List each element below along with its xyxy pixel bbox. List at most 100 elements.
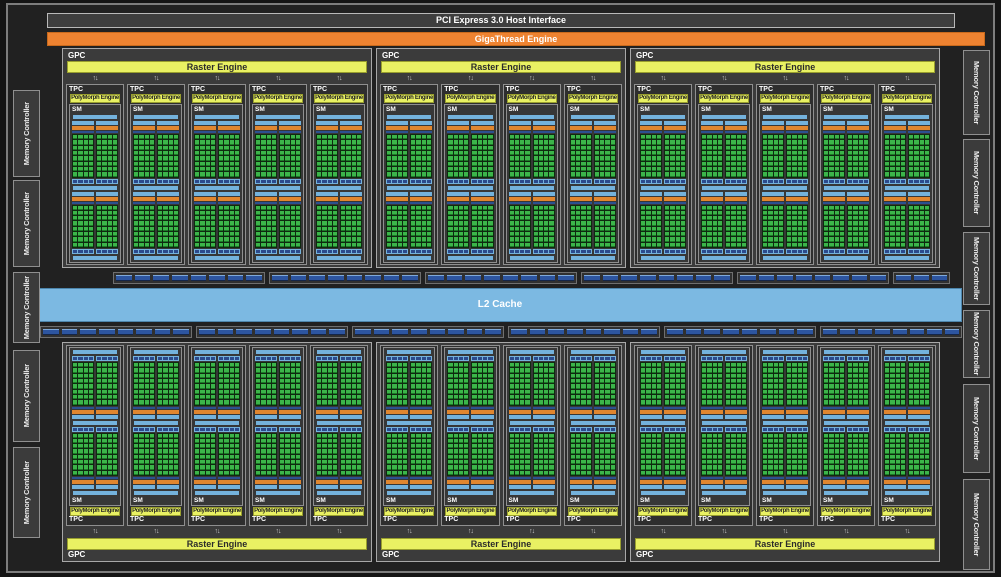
load-store-unit <box>641 250 645 253</box>
cuda-core <box>134 455 138 459</box>
warp-scheduler-bar <box>471 410 493 414</box>
cuda-core <box>803 162 807 166</box>
cuda-core <box>230 162 234 166</box>
cuda-core <box>145 460 149 464</box>
cuda-core <box>341 232 345 236</box>
cuda-core <box>840 455 844 459</box>
cuda-core <box>102 216 106 220</box>
cuda-core <box>920 146 924 150</box>
cuda-core <box>798 400 802 404</box>
cuda-core <box>235 363 239 367</box>
cuda-core <box>763 232 767 236</box>
cuda-core <box>97 162 101 166</box>
cuda-core <box>824 162 828 166</box>
cuda-core <box>587 434 591 438</box>
cuda-core <box>853 146 857 150</box>
warp-scheduler-bar <box>386 197 408 201</box>
cuda-core <box>78 374 82 378</box>
cuda-core <box>605 384 609 388</box>
sm-partition <box>157 427 179 490</box>
load-store-unit <box>139 428 143 431</box>
cuda-core <box>525 390 529 394</box>
cuda-core <box>174 434 178 438</box>
cuda-core <box>256 439 260 443</box>
crossbar-link <box>191 275 207 281</box>
load-store-row <box>701 356 723 361</box>
sm-partition <box>701 427 723 490</box>
cuda-core <box>652 368 656 372</box>
cuda-core <box>576 368 580 372</box>
cuda-core <box>322 232 326 236</box>
cuda-core <box>195 379 199 383</box>
sm-processing-block <box>72 192 118 255</box>
cuda-core <box>731 211 735 215</box>
instruction-buffer-bar <box>640 415 662 419</box>
load-store-row <box>316 356 338 361</box>
cuda-core <box>272 221 276 225</box>
cuda-core <box>398 434 402 438</box>
cuda-core <box>296 384 300 388</box>
load-store-row <box>279 356 301 361</box>
raster-engine-bar: Raster Engine <box>381 538 621 550</box>
dispatch-bar <box>823 131 845 133</box>
sm-partition <box>96 427 118 490</box>
core-grid <box>316 205 338 249</box>
cuda-core <box>824 379 828 383</box>
cuda-core <box>341 384 345 388</box>
cuda-core <box>737 384 741 388</box>
cuda-core <box>742 206 746 210</box>
instruction-buffer-bar <box>340 121 362 125</box>
warp-scheduler-bar <box>701 197 723 201</box>
cuda-core <box>914 135 918 139</box>
cuda-core <box>398 167 402 171</box>
cuda-core <box>641 390 645 394</box>
cuda-core <box>317 135 321 139</box>
cuda-core <box>163 206 167 210</box>
load-store-unit <box>200 250 204 253</box>
cuda-core <box>464 384 468 388</box>
crossbar-link <box>365 275 381 281</box>
cuda-core <box>102 400 106 404</box>
cuda-core <box>909 206 913 210</box>
dispatch-bar <box>410 407 432 409</box>
cuda-core <box>726 460 730 464</box>
sm-label: SM <box>570 497 616 504</box>
cuda-core <box>824 465 828 469</box>
cuda-core <box>230 140 234 144</box>
cuda-core <box>113 400 117 404</box>
cuda-core <box>768 243 772 247</box>
cuda-core <box>256 167 260 171</box>
load-store-unit <box>195 180 199 183</box>
cuda-core <box>534 390 538 394</box>
cuda-core <box>792 167 796 171</box>
cuda-core <box>840 232 844 236</box>
cuda-core <box>859 162 863 166</box>
load-store-unit <box>411 428 415 431</box>
dispatch-bar <box>664 131 686 133</box>
cuda-core <box>702 162 706 166</box>
cuda-core <box>605 449 609 453</box>
cuda-core <box>676 455 680 459</box>
cuda-core <box>657 368 661 372</box>
cuda-core <box>713 146 717 150</box>
cuda-core <box>611 216 615 220</box>
cuda-core <box>824 460 828 464</box>
cuda-core <box>665 135 669 139</box>
memory-controller-left-2: Memory Controller <box>13 180 40 267</box>
cuda-core <box>803 395 807 399</box>
cuda-core <box>84 151 88 155</box>
cuda-core <box>525 211 529 215</box>
cuda-core <box>261 444 265 448</box>
sm-shared-bar <box>641 186 685 190</box>
cuda-core <box>224 243 228 247</box>
cuda-core <box>422 227 426 231</box>
tpc-label: TPC <box>130 516 182 524</box>
cuda-core <box>346 140 350 144</box>
cuda-core <box>676 140 680 144</box>
cuda-core <box>641 232 645 236</box>
crossbar-link <box>740 275 756 281</box>
sm-label: SM <box>316 106 362 113</box>
dispatch-bar <box>640 477 662 479</box>
cuda-core <box>515 400 519 404</box>
cuda-core <box>78 227 82 231</box>
